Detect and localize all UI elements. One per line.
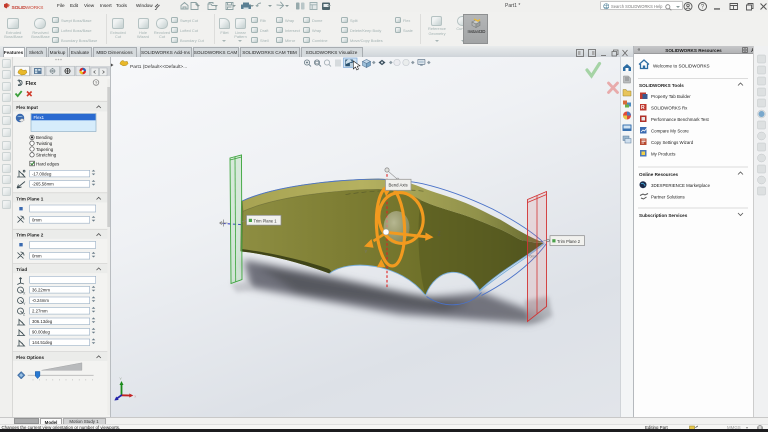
svg-text:Part1 (Default<<Default>...: Part1 (Default<<Default>... <box>130 64 187 70</box>
svg-text:Flex1: Flex1 <box>34 114 45 119</box>
svg-text:Trim Plane 1: Trim Plane 1 <box>16 196 44 201</box>
svg-text:Tapering: Tapering <box>36 146 54 151</box>
svg-text:Flex: Flex <box>26 81 37 87</box>
svg-text:Online Resources: Online Resources <box>639 172 679 177</box>
svg-text:Trim Plane 2: Trim Plane 2 <box>16 232 44 237</box>
svg-text:Subscription Services: Subscription Services <box>639 213 688 218</box>
svg-text:3DEXPERIENCE Marketplace: 3DEXPERIENCE Marketplace <box>651 182 711 187</box>
svg-text:?: ? <box>95 80 98 85</box>
svg-text:SOLID: SOLID <box>12 5 27 11</box>
svg-text:2.27mm: 2.27mm <box>32 308 48 313</box>
svg-text:Welcome to SOLIDWORKS: Welcome to SOLIDWORKS <box>653 63 710 68</box>
svg-text:Y: Y <box>119 376 122 381</box>
svg-text:144.51deg: 144.51deg <box>32 340 53 345</box>
svg-text:Flex Options: Flex Options <box>16 354 44 359</box>
svg-text:Triad: Triad <box>16 266 27 271</box>
svg-text:306.13deg: 306.13deg <box>32 319 53 324</box>
svg-text:Z: Z <box>23 312 26 316</box>
svg-text:Bend Axis: Bend Axis <box>388 182 407 187</box>
svg-text:R: R <box>641 105 645 111</box>
svg-text:Y: Y <box>364 249 367 254</box>
svg-text:0mm: 0mm <box>529 254 537 258</box>
svg-text:36.22mm: 36.22mm <box>32 287 50 292</box>
svg-text:Y: Y <box>23 302 26 306</box>
svg-text:-265.58mm: -265.58mm <box>32 181 54 186</box>
svg-text:Compare My Score: Compare My Score <box>651 128 689 133</box>
svg-text:Partner Solutions: Partner Solutions <box>651 194 685 199</box>
svg-text:Trim Plane 2: Trim Plane 2 <box>557 238 581 243</box>
svg-text:Bending: Bending <box>36 135 53 140</box>
svg-text:Twisting: Twisting <box>36 141 53 146</box>
svg-text:x: x <box>134 393 136 398</box>
svg-text:Hard edges: Hard edges <box>36 161 60 166</box>
svg-text:Trim Plane 1: Trim Plane 1 <box>253 218 277 223</box>
svg-text:SOLIDWORKS Tools: SOLIDWORKS Tools <box>639 83 684 88</box>
svg-text:Copy Settings Wizard: Copy Settings Wizard <box>651 139 694 144</box>
svg-text:0mm: 0mm <box>32 253 42 258</box>
svg-text:0mm: 0mm <box>32 217 42 222</box>
svg-text:Property Tab Builder: Property Tab Builder <box>651 93 691 98</box>
svg-text:Stretching: Stretching <box>36 152 57 157</box>
svg-text:-17.00deg: -17.00deg <box>32 171 52 176</box>
svg-text:X: X <box>23 291 26 295</box>
svg-text:Performance Benchmark Test: Performance Benchmark Test <box>651 116 710 121</box>
svg-text:SOLIDWORKS Rx: SOLIDWORKS Rx <box>651 105 688 110</box>
svg-text:WORKS: WORKS <box>26 5 45 11</box>
svg-text:90.00deg: 90.00deg <box>32 329 51 334</box>
svg-text:My Products: My Products <box>651 151 676 156</box>
svg-text:Z: Z <box>437 231 440 237</box>
svg-text:Flex Input: Flex Input <box>16 105 38 110</box>
svg-text:-0.24mm: -0.24mm <box>32 298 49 303</box>
